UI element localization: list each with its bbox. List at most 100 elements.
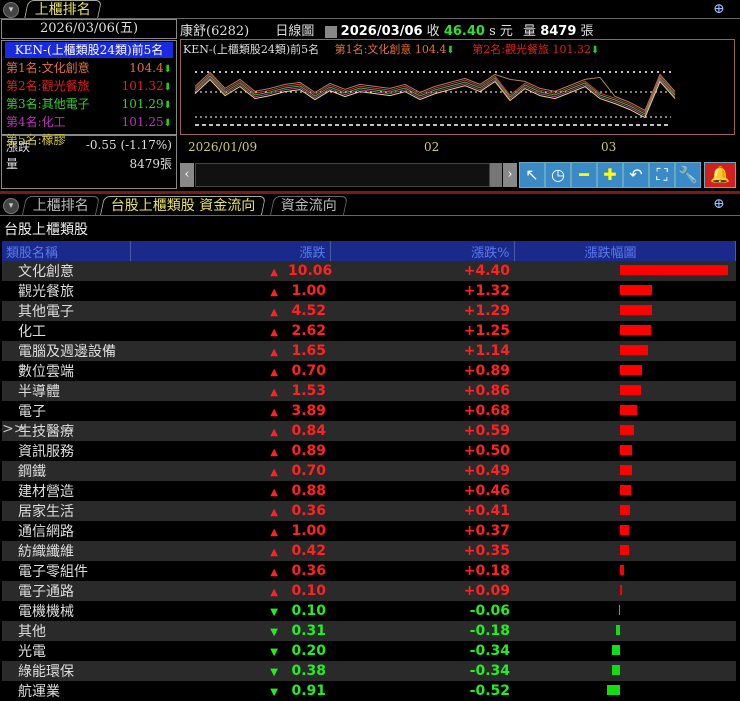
change-value: 4.52	[291, 303, 326, 319]
table-row[interactable]: 其他 ▼ 0.31 -0.18	[2, 621, 736, 641]
sector-name: 資訊服務	[18, 444, 74, 460]
up-tick-icon: ▲	[270, 547, 278, 558]
change-value: 1.65	[291, 343, 326, 359]
clock-icon[interactable]: ◷	[545, 162, 571, 188]
change-value: 0.38	[291, 663, 326, 679]
zoom-in-plus-icon[interactable]: ✚	[597, 162, 623, 188]
change-value: 0.91	[291, 683, 326, 699]
up-tick-icon: ▲	[270, 527, 278, 538]
pct-bar	[618, 605, 620, 615]
undo-icon[interactable]: ↶	[623, 162, 649, 188]
pct-value: +1.32	[463, 283, 510, 299]
pct-bar	[620, 505, 631, 515]
tab-otc-ranking[interactable]: 上櫃排名	[21, 196, 101, 215]
fit-screen-icon[interactable]: ⛶	[649, 162, 675, 188]
col-header-name[interactable]: 類股名稱	[2, 241, 131, 261]
tab-otc-ranking[interactable]: 上櫃排名	[23, 0, 103, 19]
zoom-in-icon[interactable]: ⊕	[713, 196, 725, 212]
change-value: 0.89	[291, 443, 326, 459]
table-row[interactable]: 文化創意 ▲ 10.06 +4.40	[2, 261, 736, 281]
rank-title: KEN-(上櫃類股24類)前5名	[5, 42, 173, 58]
col-header-bar[interactable]: 漲跌幅圖	[514, 241, 736, 261]
rank-item[interactable]: 第1名:文化創意 104.4⬇	[2, 59, 176, 77]
up-tick-icon: ▲	[270, 447, 278, 458]
sector-name: 居家生活	[18, 504, 74, 520]
rank-item[interactable]: 第4名:化工 101.25⬇	[2, 113, 176, 131]
table-row[interactable]: 光電 ▼ 0.20 -0.34	[2, 641, 736, 661]
table-row[interactable]: 紡織纖維 ▲ 0.42 +0.35	[2, 541, 736, 561]
table-row[interactable]: >> 生技醫療 ▲ 0.84 +0.59	[2, 421, 736, 441]
close-suffix: s 元	[489, 24, 513, 39]
rank-value: 104.4	[129, 61, 164, 75]
tab-otc-sector-flow[interactable]: 台股上櫃類股 資金流向	[99, 196, 267, 215]
down-tick-icon: ▼	[270, 647, 278, 658]
sector-name: 電子	[18, 404, 46, 420]
menu-dropdown-button[interactable]: ▾	[3, 198, 19, 214]
sector-name: 電機機械	[18, 604, 74, 620]
sector-name: 文化創意	[18, 264, 74, 280]
vol-unit: 張	[580, 24, 594, 39]
tab-label: 資金流向	[280, 198, 337, 214]
arrow-down-icon: ⬇	[163, 82, 172, 93]
pct-bar	[615, 625, 620, 635]
table-row[interactable]: 電機機械 ▼ 0.10 -0.06	[2, 601, 736, 621]
table-row[interactable]: 資訊服務 ▲ 0.89 +0.50	[2, 441, 736, 461]
pct-value: +0.35	[330, 541, 514, 561]
table-row[interactable]: 建材營造 ▲ 0.88 +0.46	[2, 481, 736, 501]
change-label: 漲跌	[6, 140, 31, 154]
pct-bar	[620, 305, 652, 315]
up-tick-icon: ▲	[270, 347, 278, 358]
col-header-change[interactable]: 漲跌	[130, 241, 331, 261]
checkbox[interactable]	[324, 25, 337, 38]
pct-bar	[620, 545, 629, 555]
sector-name: 建材營造	[18, 484, 74, 500]
table-row[interactable]: 電子零組件 ▲ 0.36 +0.18	[2, 561, 736, 581]
arrow-down-icon: ⬇	[163, 64, 172, 75]
arrow-down-icon: ⬇	[163, 118, 172, 129]
table-row[interactable]: 電子通路 ▲ 0.10 +0.09	[2, 581, 736, 601]
zoom-out-minus-icon[interactable]: ━	[571, 162, 597, 188]
rank-label: 第4名:化工	[6, 115, 66, 129]
cursor-arrow-icon[interactable]: ↖	[519, 162, 545, 188]
volume-value: 8479張	[129, 157, 172, 171]
change-value: 0.10	[291, 583, 326, 599]
table-row[interactable]: 其他電子 ▲ 4.52 +1.29	[2, 301, 736, 321]
table-row[interactable]: 綠能環保 ▼ 0.38 -0.34	[2, 661, 736, 681]
change-value: 0.70	[291, 463, 326, 479]
sector-name: 觀光餐旅	[18, 284, 74, 300]
table-row[interactable]: 數位雲端 ▲ 0.70 +0.89	[2, 361, 736, 381]
scrollbar-track[interactable]	[195, 163, 490, 187]
up-tick-icon: ▲	[270, 367, 278, 378]
rank-item[interactable]: 第3名:其他電子 101.29⬇	[2, 95, 176, 113]
scrollbar-thumb[interactable]	[490, 163, 502, 187]
sector-name: 紡織纖維	[18, 544, 74, 560]
change-value: 0.36	[291, 503, 326, 519]
table-row[interactable]: 化工 ▲ 2.62 +1.25	[2, 321, 736, 341]
tab-fund-flow[interactable]: 資金流向	[269, 196, 349, 215]
pct-bar	[620, 285, 653, 295]
wrench-icon[interactable]: 🔧	[675, 162, 701, 188]
zoom-in-icon[interactable]: ⊕	[713, 1, 725, 17]
col-header-pct[interactable]: 漲跌%	[330, 241, 515, 261]
table-row[interactable]: 航運業 ▼ 0.91 -0.52	[2, 681, 736, 701]
scroll-right-button[interactable]: ›	[503, 163, 517, 187]
pct-value: -0.06	[469, 603, 510, 619]
chart-date: 2026/03/06	[340, 24, 423, 39]
table-row[interactable]: 居家生活 ▲ 0.36 +0.41	[2, 501, 736, 521]
x-tick: 02	[424, 140, 440, 154]
scroll-left-button[interactable]: ‹	[180, 163, 194, 187]
change-value: 0.36	[291, 563, 326, 579]
down-tick-icon: ▼	[270, 607, 278, 618]
table-row[interactable]: 電子 ▲ 3.89 +0.68	[2, 401, 736, 421]
table-row[interactable]: 電腦及週邊設備 ▲ 1.65 +1.14	[2, 341, 736, 361]
menu-dropdown-button[interactable]: ▾	[3, 2, 19, 18]
alert-bell-icon[interactable]: 🔔	[704, 162, 736, 188]
table-row[interactable]: 鋼鐵 ▲ 0.70 +0.49	[2, 461, 736, 481]
table-row[interactable]: 通信網路 ▲ 1.00 +0.37	[2, 521, 736, 541]
table-row[interactable]: 觀光餐旅 ▲ 1.00 +1.32	[2, 281, 736, 301]
rank-item[interactable]: 第2名:觀光餐旅 101.32⬇	[2, 77, 176, 95]
rank-label: 第1名:文化創意	[6, 61, 90, 75]
pct-bar	[620, 405, 637, 415]
pct-value: +0.68	[463, 403, 510, 419]
table-row[interactable]: 半導體 ▲ 1.53 +0.86	[2, 381, 736, 401]
